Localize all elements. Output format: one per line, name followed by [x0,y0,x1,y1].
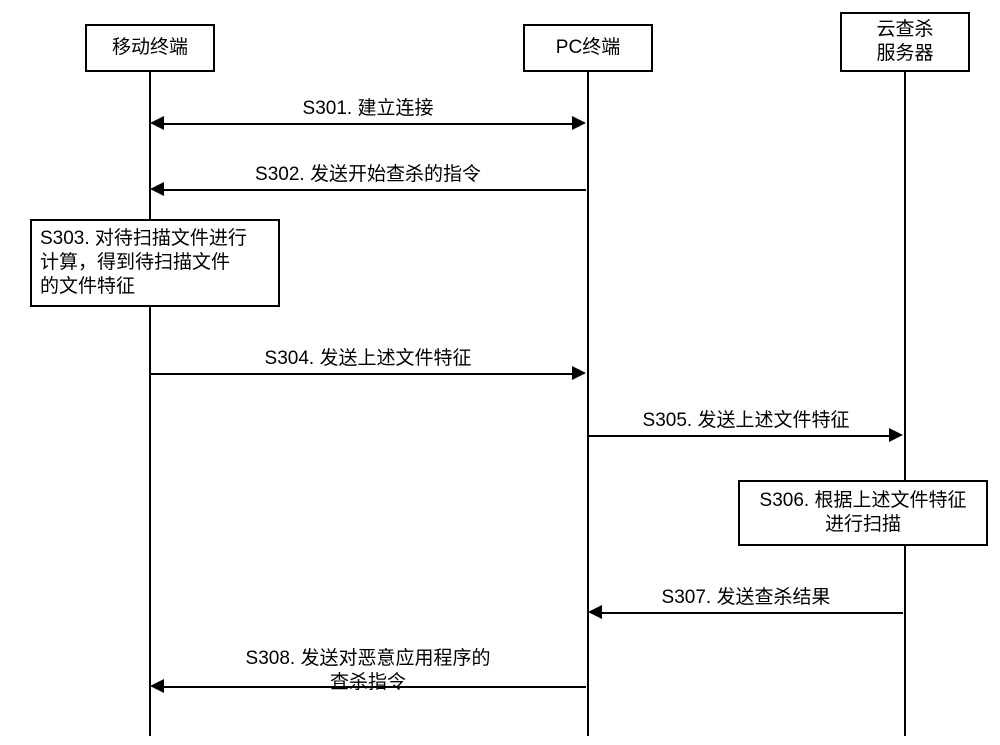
participant-cloud: 云查杀 服务器 [840,12,970,72]
arrow-s305 [588,435,890,437]
participant-mobile: 移动终端 [85,24,215,72]
action-s303: S303. 对待扫描文件进行 计算，得到待扫描文件 的文件特征 [30,219,280,307]
arrow-s302 [163,189,586,191]
label-s306: S306. 根据上述文件特征 进行扫描 [760,489,967,537]
arrowhead-s308 [150,679,164,693]
arrowhead-s301-left [150,116,164,130]
lifeline-mobile [149,72,151,736]
label-s301: S301. 建立连接 [303,97,434,121]
label-s308: S308. 发送对恶意应用程序的 查杀指令 [246,647,491,695]
arrowhead-s304 [572,366,586,380]
label-s305: S305. 发送上述文件特征 [643,409,850,433]
action-s306: S306. 根据上述文件特征 进行扫描 [738,480,988,546]
arrowhead-s305 [889,428,903,442]
lifeline-cloud [904,72,906,736]
sequence-diagram: 移动终端 PC终端 云查杀 服务器 S301. 建立连接 S302. 发送开始查… [0,0,1000,745]
arrowhead-s307 [588,605,602,619]
lifeline-pc [587,72,589,736]
label-s304: S304. 发送上述文件特征 [265,347,472,371]
label-s303: S303. 对待扫描文件进行 计算，得到待扫描文件 的文件特征 [40,227,247,298]
label-s307: S307. 发送查杀结果 [662,586,831,610]
arrowhead-s302 [150,182,164,196]
arrow-s304 [150,373,573,375]
participant-pc: PC终端 [523,24,653,72]
arrow-s307 [601,612,903,614]
label-s302: S302. 发送开始查杀的指令 [255,163,481,187]
participant-cloud-label: 云查杀 服务器 [876,18,933,66]
arrow-s301 [163,123,573,125]
participant-pc-label: PC终端 [556,36,620,60]
participant-mobile-label: 移动终端 [112,36,188,60]
arrowhead-s301-right [572,116,586,130]
